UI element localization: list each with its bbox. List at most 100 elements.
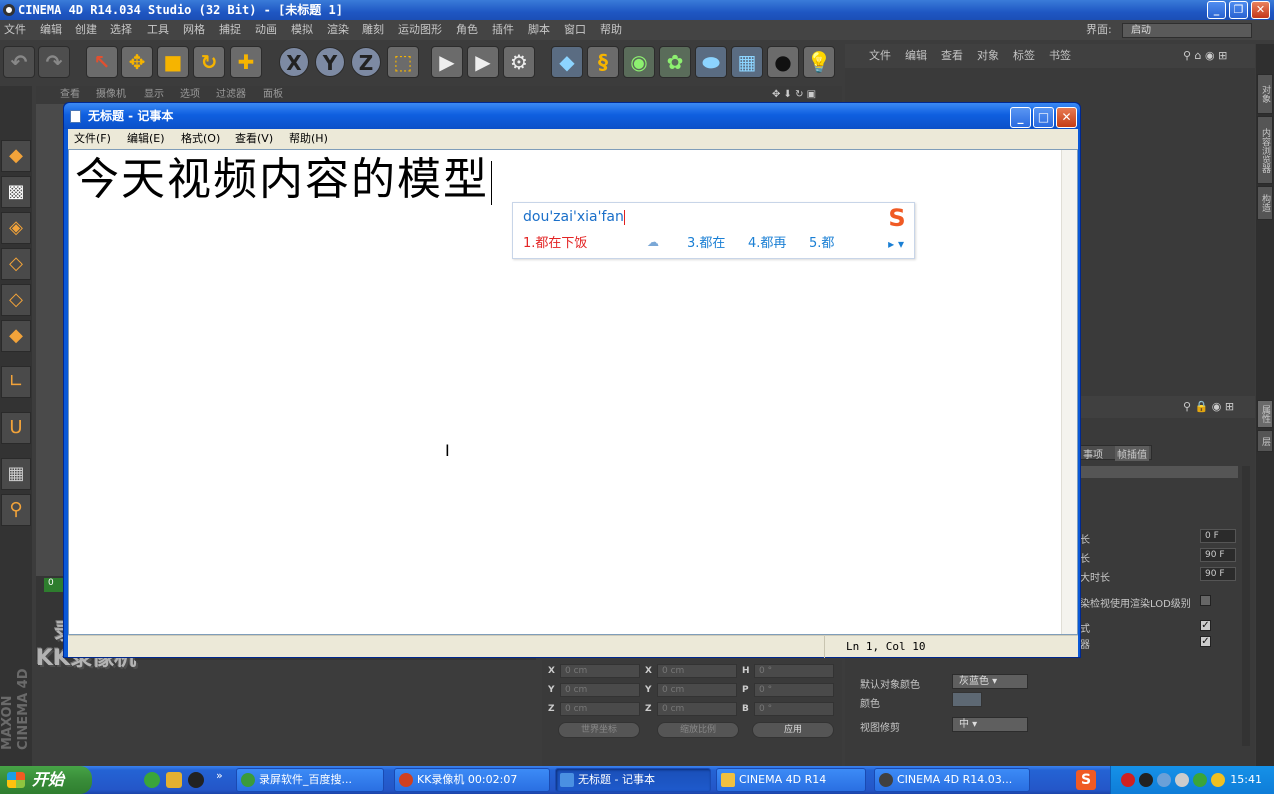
spline-icon[interactable]: §: [587, 46, 619, 78]
render-picture-viewer-icon[interactable]: ▶: [467, 46, 499, 78]
viewport-clip-dropdown[interactable]: 中 ▾: [952, 717, 1028, 732]
np-menu-view[interactable]: 查看(V): [235, 129, 273, 149]
default-color-dropdown[interactable]: 灰蓝色 ▾: [952, 674, 1028, 689]
attr-tab-interp[interactable]: 帧插值: [1115, 446, 1149, 461]
menu-mograph[interactable]: 运动图形: [398, 20, 442, 40]
points-mode-icon[interactable]: ◇: [1, 248, 31, 280]
attr-value-1[interactable]: 0 F: [1200, 529, 1236, 543]
minimize-button[interactable]: _: [1207, 1, 1226, 19]
menu-file[interactable]: 文件: [4, 20, 26, 40]
ime-candidate-4[interactable]: 4.都再: [748, 234, 786, 254]
tray-volume-icon[interactable]: [1175, 773, 1189, 787]
color-swatch[interactable]: [952, 692, 982, 707]
array-icon[interactable]: ✿: [659, 46, 691, 78]
attr-scrollbar[interactable]: [1242, 466, 1250, 746]
render-view-icon[interactable]: ▶: [431, 46, 463, 78]
undo-icon[interactable]: ↶: [3, 46, 35, 78]
nurbs-icon[interactable]: ◉: [623, 46, 655, 78]
lod-checkbox[interactable]: [1200, 595, 1211, 606]
apply-button[interactable]: 应用: [752, 722, 834, 738]
menu-animate[interactable]: 动画: [255, 20, 277, 40]
coord-value-sx[interactable]: 0 cm: [657, 664, 737, 678]
task-kk-recorder[interactable]: KK录像机 00:02:07: [394, 768, 550, 792]
scale-ratio-button[interactable]: 缩放比例: [657, 722, 739, 738]
menu-create[interactable]: 创建: [75, 20, 97, 40]
np-menu-help[interactable]: 帮助(H): [289, 129, 328, 149]
ime-candidate-3[interactable]: 3.都在: [687, 234, 725, 254]
menu-simulate[interactable]: 模拟: [291, 20, 313, 40]
tab-structure[interactable]: 构造: [1257, 186, 1273, 220]
task-browser[interactable]: 录屏软件_百度搜...: [236, 768, 384, 792]
task-notepad[interactable]: 无标题 - 记事本: [555, 768, 711, 792]
task-c4d-app[interactable]: CINEMA 4D R14.03...: [874, 768, 1030, 792]
np-menu-format[interactable]: 格式(O): [181, 129, 220, 149]
notepad-minimize-button[interactable]: _: [1010, 107, 1031, 128]
attr-tab-items[interactable]: 事项: [1083, 446, 1103, 461]
select-tool-icon[interactable]: ↖: [86, 46, 118, 78]
menu-render[interactable]: 渲染: [327, 20, 349, 40]
style-checkbox[interactable]: ✓: [1200, 620, 1211, 631]
renderer-checkbox[interactable]: ✓: [1200, 636, 1211, 647]
coord-value-sy[interactable]: 0 cm: [657, 683, 737, 697]
ime-candidate-5[interactable]: 5.都: [809, 234, 834, 254]
magnet-icon[interactable]: U: [1, 412, 31, 444]
om-search-icon[interactable]: ⚲ ⌂ ◉ ⊞: [1183, 44, 1227, 68]
coord-value-pz[interactable]: 0 cm: [560, 702, 640, 716]
quicklaunch-more-icon[interactable]: »: [216, 769, 223, 782]
ime-candidate-1[interactable]: 1.都在下饭: [523, 234, 587, 254]
tab-content-browser[interactable]: 内容浏览器: [1257, 116, 1273, 184]
om-menu-file[interactable]: 文件: [869, 44, 891, 68]
tab-layers[interactable]: 层: [1257, 430, 1273, 452]
task-c4d-folder[interactable]: CINEMA 4D R14: [716, 768, 866, 792]
tab-objects[interactable]: 对象: [1257, 74, 1273, 114]
quicklaunch-browser-icon[interactable]: [144, 772, 160, 788]
np-menu-file[interactable]: 文件(F): [74, 129, 111, 149]
om-menu-tags[interactable]: 标签: [1013, 44, 1035, 68]
clock[interactable]: 15:41: [1230, 766, 1262, 794]
coord-value-p[interactable]: 0 °: [754, 683, 834, 697]
tab-attributes[interactable]: 属性: [1257, 400, 1273, 428]
coord-value-h[interactable]: 0 °: [754, 664, 834, 678]
tray-qq-icon[interactable]: [1139, 773, 1153, 787]
scale-tool-icon[interactable]: ■: [157, 46, 189, 78]
menu-select[interactable]: 选择: [110, 20, 132, 40]
z-axis-icon[interactable]: Z: [351, 47, 381, 77]
tray-recorder-icon[interactable]: [1121, 773, 1135, 787]
grid-snap-icon[interactable]: ▦: [1, 458, 31, 490]
menu-help[interactable]: 帮助: [600, 20, 622, 40]
redo-icon[interactable]: ↷: [38, 46, 70, 78]
quicklaunch-media-icon[interactable]: [166, 772, 182, 788]
maximize-button[interactable]: ❐: [1229, 1, 1248, 19]
menu-sculpt[interactable]: 雕刻: [362, 20, 384, 40]
attr-value-2[interactable]: 90 F: [1200, 548, 1236, 562]
tray-update-icon[interactable]: [1211, 773, 1225, 787]
tray-network-icon[interactable]: [1157, 773, 1171, 787]
workplane-icon[interactable]: ◈: [1, 212, 31, 244]
np-menu-edit[interactable]: 编辑(E): [127, 129, 165, 149]
light-icon[interactable]: 💡: [803, 46, 835, 78]
coord-value-py[interactable]: 0 cm: [560, 683, 640, 697]
add-tool-icon[interactable]: ✚: [230, 46, 262, 78]
coord-value-b[interactable]: 0 °: [754, 702, 834, 716]
om-menu-objects[interactable]: 对象: [977, 44, 999, 68]
menu-snap[interactable]: 捕捉: [219, 20, 241, 40]
world-coord-button[interactable]: 世界坐标: [558, 722, 640, 738]
ime-next-page-icon[interactable]: ▸ ▾: [888, 235, 904, 253]
coord-value-sz[interactable]: 0 cm: [657, 702, 737, 716]
attr-search-icon[interactable]: ⚲ 🔒 ◉ ⊞: [1183, 400, 1234, 413]
edges-mode-icon[interactable]: ◇: [1, 284, 31, 316]
menu-plugins[interactable]: 插件: [492, 20, 514, 40]
om-menu-view[interactable]: 查看: [941, 44, 963, 68]
quicklaunch-qq-icon[interactable]: [188, 772, 204, 788]
axis-mode-icon[interactable]: ∟: [1, 366, 31, 398]
close-button[interactable]: ✕: [1251, 1, 1270, 19]
lock-icon[interactable]: ⚲: [1, 494, 31, 526]
y-axis-icon[interactable]: Y: [315, 47, 345, 77]
menu-edit[interactable]: 编辑: [40, 20, 62, 40]
sogou-tray-icon[interactable]: S: [1076, 770, 1096, 790]
coordinate-system-icon[interactable]: ⬚: [387, 46, 419, 78]
layout-dropdown[interactable]: 启动: [1122, 23, 1252, 38]
model-mode-icon[interactable]: ◆: [1, 140, 31, 172]
menu-window[interactable]: 窗口: [564, 20, 586, 40]
coord-value-px[interactable]: 0 cm: [560, 664, 640, 678]
